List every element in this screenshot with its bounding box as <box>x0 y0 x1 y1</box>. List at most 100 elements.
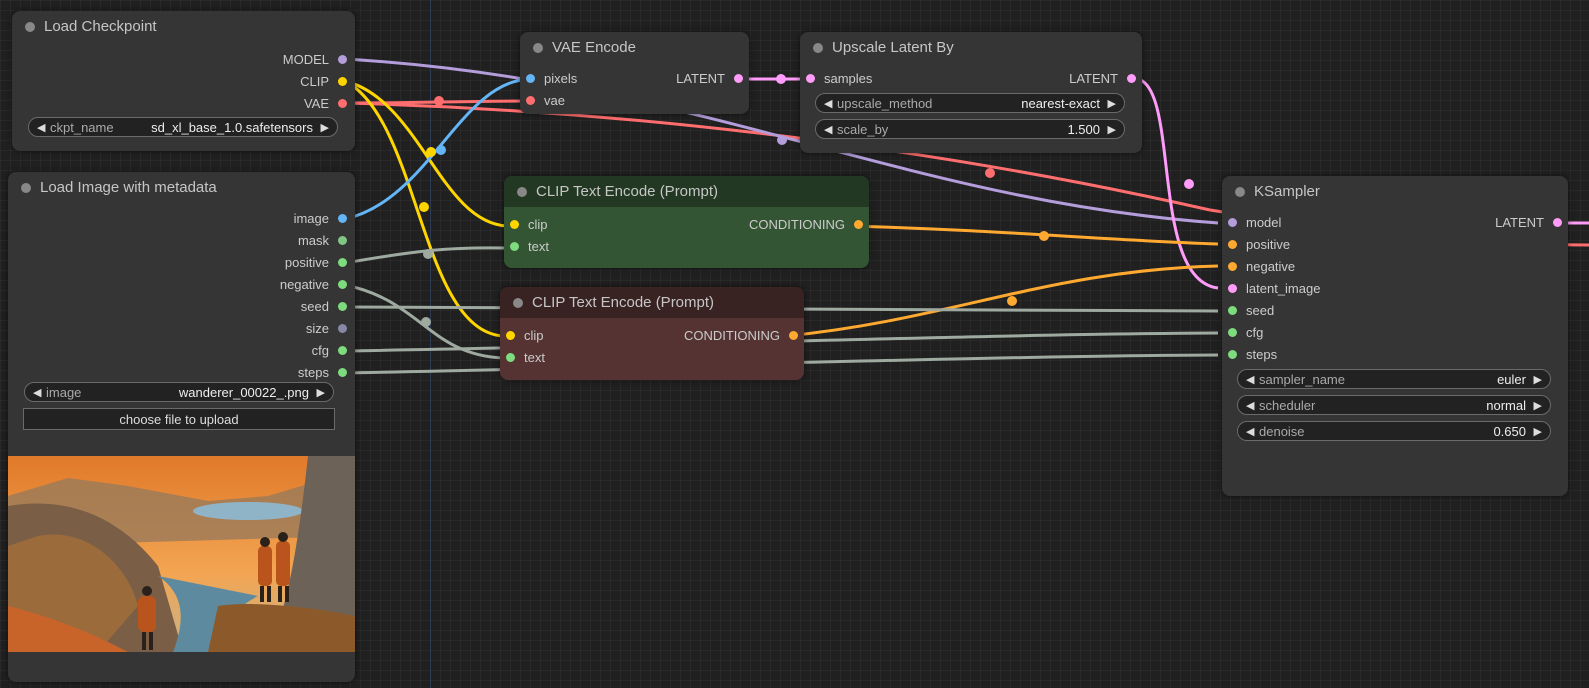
output-image[interactable]: image <box>294 211 347 227</box>
arrow-right-icon[interactable]: ▶ <box>1534 396 1542 416</box>
slot-dot-icon[interactable] <box>338 324 347 333</box>
output-latent[interactable]: LATENT <box>676 71 743 87</box>
node-title[interactable]: KSampler <box>1222 176 1568 207</box>
output-latent[interactable]: LATENT <box>1495 215 1562 231</box>
widget-ckpt-name[interactable]: ◀ ckpt_name sd_xl_base_1.0.safetensors ▶ <box>28 117 338 137</box>
output-seed[interactable]: seed <box>301 299 347 315</box>
collapse-dot-icon[interactable] <box>21 183 31 193</box>
output-steps[interactable]: steps <box>298 365 347 381</box>
slot-dot-icon[interactable] <box>338 302 347 311</box>
slot-dot-icon[interactable] <box>338 99 347 108</box>
slot-dot-icon[interactable] <box>789 331 798 340</box>
collapse-dot-icon[interactable] <box>25 22 35 32</box>
arrow-left-icon[interactable]: ◀ <box>824 94 832 114</box>
output-model[interactable]: MODEL <box>283 52 347 68</box>
input-clip[interactable]: clip <box>510 217 548 233</box>
slot-dot-icon[interactable] <box>854 220 863 229</box>
output-positive[interactable]: positive <box>285 255 347 271</box>
collapse-dot-icon[interactable] <box>813 43 823 53</box>
arrow-left-icon[interactable]: ◀ <box>1246 396 1254 416</box>
input-negative[interactable]: negative <box>1228 259 1295 275</box>
collapse-dot-icon[interactable] <box>533 43 543 53</box>
arrow-right-icon[interactable]: ▶ <box>1534 422 1542 442</box>
widget-scheduler[interactable]: ◀ scheduler normal ▶ <box>1237 395 1551 415</box>
arrow-right-icon[interactable]: ▶ <box>317 383 325 403</box>
slot-dot-icon[interactable] <box>1228 218 1237 227</box>
widget-sampler-name[interactable]: ◀ sampler_name euler ▶ <box>1237 369 1551 389</box>
slot-dot-icon[interactable] <box>526 96 535 105</box>
slot-dot-icon[interactable] <box>734 74 743 83</box>
collapse-dot-icon[interactable] <box>1235 187 1245 197</box>
slot-dot-icon[interactable] <box>338 368 347 377</box>
slot-dot-icon[interactable] <box>338 280 347 289</box>
input-seed[interactable]: seed <box>1228 303 1274 319</box>
arrow-left-icon[interactable]: ◀ <box>33 383 41 403</box>
collapse-dot-icon[interactable] <box>513 298 523 308</box>
input-pixels[interactable]: pixels <box>526 71 577 87</box>
slot-dot-icon[interactable] <box>338 346 347 355</box>
slot-dot-icon[interactable] <box>526 74 535 83</box>
input-vae[interactable]: vae <box>526 93 565 109</box>
output-latent[interactable]: LATENT <box>1069 71 1136 87</box>
arrow-right-icon[interactable]: ▶ <box>1534 370 1542 390</box>
arrow-left-icon[interactable]: ◀ <box>824 120 832 140</box>
slot-dot-icon[interactable] <box>1228 328 1237 337</box>
slot-dot-icon[interactable] <box>338 55 347 64</box>
input-model[interactable]: model <box>1228 215 1281 231</box>
slot-dot-icon[interactable] <box>338 77 347 86</box>
widget-denoise[interactable]: ◀ denoise 0.650 ▶ <box>1237 421 1551 441</box>
node-clip-text-encode-negative[interactable]: CLIP Text Encode (Prompt) clip text COND… <box>500 287 804 380</box>
widget-image[interactable]: ◀ image wanderer_00022_.png ▶ <box>24 382 334 402</box>
widget-upscale-method[interactable]: ◀ upscale_method nearest-exact ▶ <box>815 93 1125 113</box>
slot-dot-icon[interactable] <box>1228 306 1237 315</box>
output-conditioning[interactable]: CONDITIONING <box>684 328 798 344</box>
node-vae-encode[interactable]: VAE Encode pixels vae LATENT <box>520 32 749 114</box>
slot-dot-icon[interactable] <box>510 242 519 251</box>
slot-dot-icon[interactable] <box>806 74 815 83</box>
node-load-image[interactable]: Load Image with metadata image mask posi… <box>8 172 355 682</box>
node-ksampler[interactable]: KSampler model positive negative latent_… <box>1222 176 1568 496</box>
slot-dot-icon[interactable] <box>1228 240 1237 249</box>
slot-dot-icon[interactable] <box>1127 74 1136 83</box>
slot-dot-icon[interactable] <box>1228 284 1237 293</box>
input-samples[interactable]: samples <box>806 71 872 87</box>
node-title[interactable]: Load Image with metadata <box>8 172 355 203</box>
node-upscale-latent[interactable]: Upscale Latent By samples LATENT ◀ upsca… <box>800 32 1142 153</box>
node-title[interactable]: CLIP Text Encode (Prompt) <box>500 287 804 318</box>
input-positive[interactable]: positive <box>1228 237 1290 253</box>
arrow-right-icon[interactable]: ▶ <box>1108 120 1116 140</box>
input-clip[interactable]: clip <box>506 328 544 344</box>
output-conditioning[interactable]: CONDITIONING <box>749 217 863 233</box>
widget-scale-by[interactable]: ◀ scale_by 1.500 ▶ <box>815 119 1125 139</box>
input-cfg[interactable]: cfg <box>1228 325 1263 341</box>
slot-dot-icon[interactable] <box>338 236 347 245</box>
output-negative[interactable]: negative <box>280 277 347 293</box>
output-vae[interactable]: VAE <box>304 96 347 112</box>
node-title[interactable]: CLIP Text Encode (Prompt) <box>504 176 869 207</box>
node-load-checkpoint[interactable]: Load Checkpoint MODEL CLIP VAE ◀ ckpt_na… <box>12 11 355 151</box>
slot-dot-icon[interactable] <box>510 220 519 229</box>
output-cfg[interactable]: cfg <box>312 343 347 359</box>
node-title[interactable]: Load Checkpoint <box>12 11 355 42</box>
node-clip-text-encode-positive[interactable]: CLIP Text Encode (Prompt) clip text COND… <box>504 176 869 268</box>
slot-dot-icon[interactable] <box>506 353 515 362</box>
slot-dot-icon[interactable] <box>506 331 515 340</box>
collapse-dot-icon[interactable] <box>517 187 527 197</box>
input-text[interactable]: text <box>510 239 549 255</box>
arrow-left-icon[interactable]: ◀ <box>37 118 45 138</box>
slot-dot-icon[interactable] <box>1228 262 1237 271</box>
slot-dot-icon[interactable] <box>338 258 347 267</box>
arrow-right-icon[interactable]: ▶ <box>1108 94 1116 114</box>
input-latent-image[interactable]: latent_image <box>1228 281 1320 297</box>
node-title[interactable]: VAE Encode <box>520 32 749 63</box>
node-title[interactable]: Upscale Latent By <box>800 32 1142 63</box>
output-mask[interactable]: mask <box>298 233 347 249</box>
upload-button[interactable]: choose file to upload <box>23 408 335 430</box>
arrow-left-icon[interactable]: ◀ <box>1246 370 1254 390</box>
slot-dot-icon[interactable] <box>1553 218 1562 227</box>
output-size[interactable]: size <box>306 321 347 337</box>
input-steps[interactable]: steps <box>1228 347 1277 363</box>
output-clip[interactable]: CLIP <box>300 74 347 90</box>
slot-dot-icon[interactable] <box>1228 350 1237 359</box>
slot-dot-icon[interactable] <box>338 214 347 223</box>
